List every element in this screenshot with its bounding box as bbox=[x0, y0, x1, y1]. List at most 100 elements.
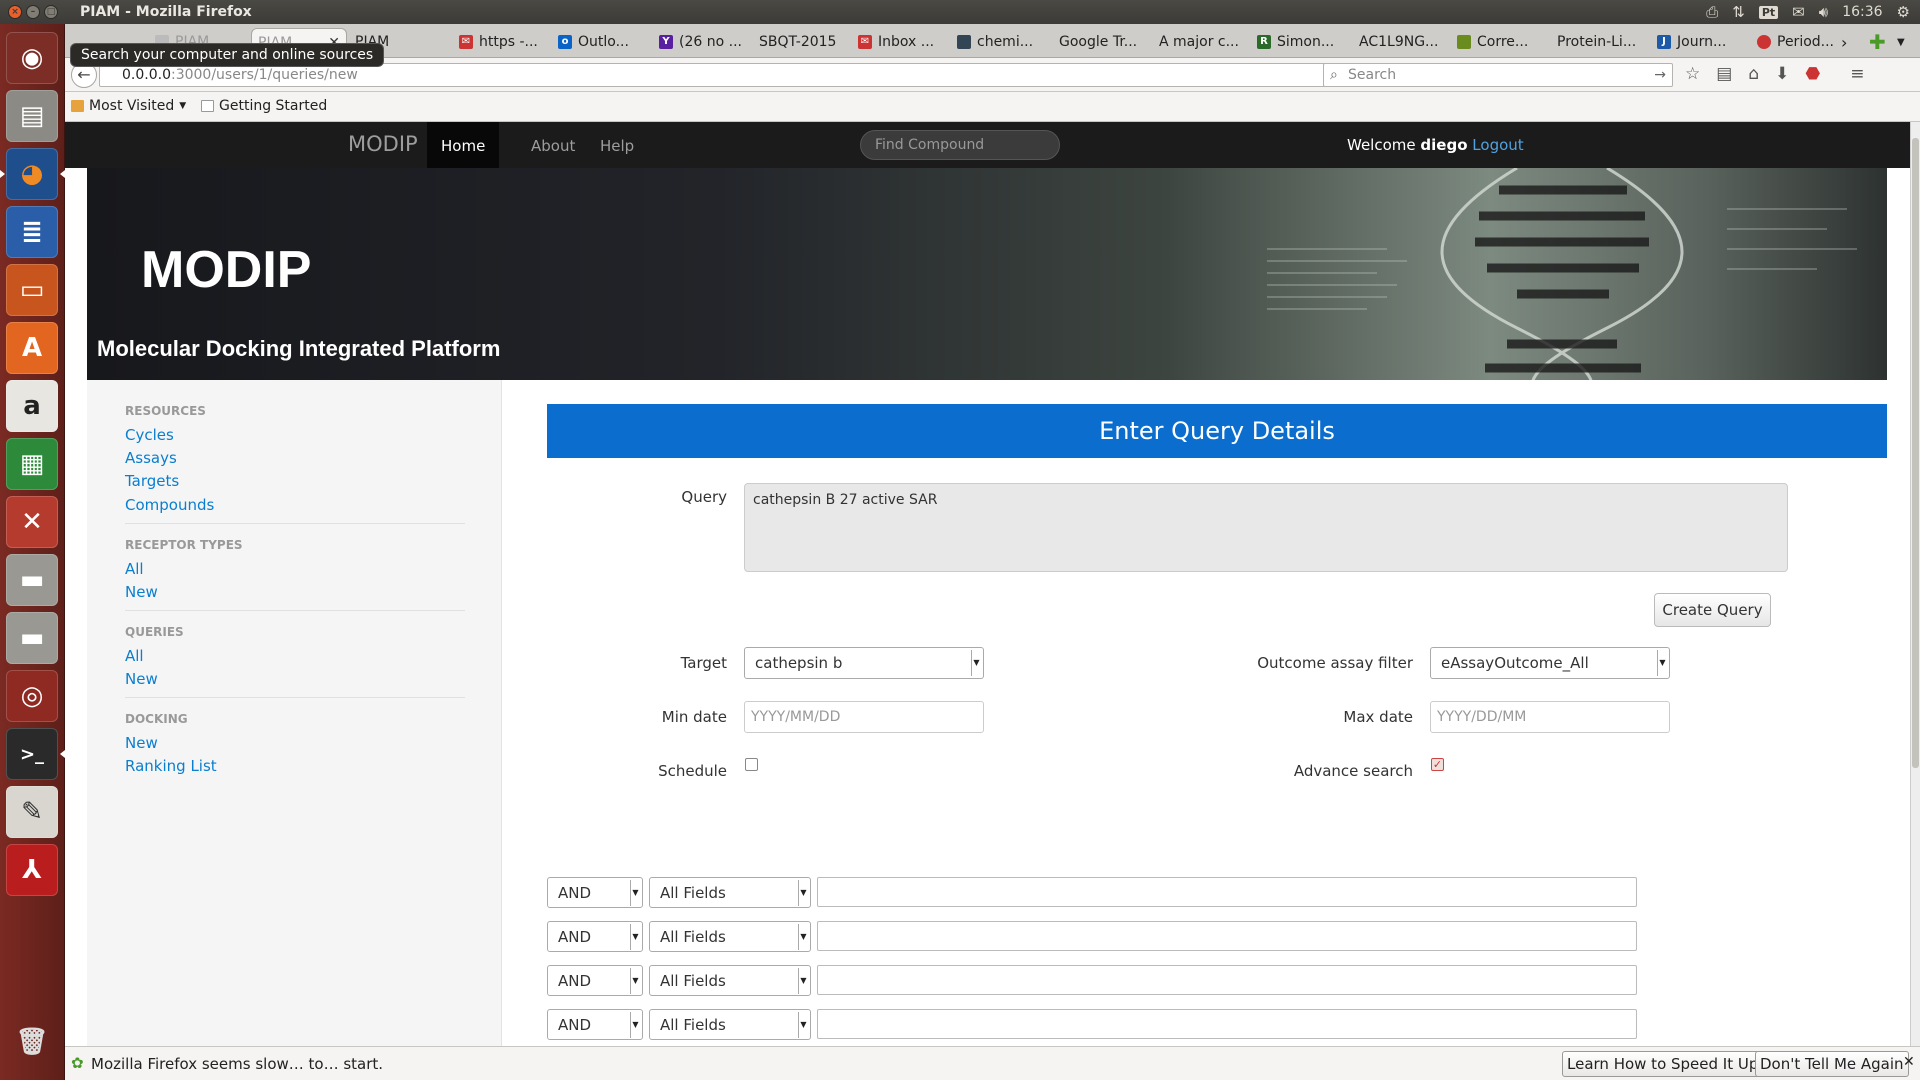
network-icon[interactable]: ⇅ bbox=[1732, 3, 1745, 21]
nav-help[interactable]: Help bbox=[600, 137, 634, 155]
search-row-value-input[interactable] bbox=[817, 877, 1637, 907]
pdf-reader-icon[interactable]: ⅄ bbox=[6, 844, 58, 896]
sidebar-item-docking-new[interactable]: New bbox=[125, 734, 158, 752]
download-icon[interactable]: ⬇ bbox=[1775, 64, 1789, 84]
sidebar-item-queries-all[interactable]: All bbox=[125, 647, 144, 665]
sidebar-item-cycles[interactable]: Cycles bbox=[125, 426, 174, 444]
software-center-icon[interactable]: A bbox=[6, 322, 58, 374]
sidebar-item-targets[interactable]: Targets bbox=[125, 472, 179, 490]
tab[interactable]: ✉ Inbox ... bbox=[858, 28, 948, 56]
sidebar-item-receptor-new[interactable]: New bbox=[125, 583, 158, 601]
tab[interactable]: AC1L9NG... bbox=[1359, 28, 1451, 56]
system-settings-icon[interactable]: ✕ bbox=[6, 496, 58, 548]
dash-home-icon[interactable]: ◉ bbox=[6, 32, 58, 84]
tab[interactable]: SBQT-2015 bbox=[759, 28, 845, 56]
search-row-operator-select[interactable]: AND ▼ bbox=[547, 921, 643, 952]
menu-hamburger-icon[interactable]: ≡ bbox=[1850, 64, 1864, 84]
search-row-operator-select[interactable]: AND ▼ bbox=[547, 877, 643, 908]
tab[interactable]: Google Tr... bbox=[1059, 28, 1145, 56]
terminal-icon[interactable]: >_ bbox=[6, 728, 65, 780]
volume-icon[interactable]: 🔊︎ bbox=[1819, 3, 1828, 21]
tab[interactable]: Corre... bbox=[1457, 28, 1547, 56]
search-row-value-input[interactable] bbox=[817, 965, 1637, 995]
mail-icon[interactable]: ✉ bbox=[1792, 3, 1805, 21]
tab[interactable]: A major c... bbox=[1159, 28, 1243, 56]
target-select[interactable]: cathepsin b ▼ bbox=[744, 647, 984, 679]
advance-search-checkbox[interactable]: ✓ bbox=[1431, 758, 1444, 771]
tab[interactable]: ✉ https -... bbox=[459, 28, 554, 56]
text-editor-icon[interactable]: ✎ bbox=[6, 786, 58, 838]
disk-icon[interactable]: ▬ bbox=[6, 554, 58, 606]
create-query-button[interactable]: Create Query bbox=[1654, 593, 1771, 627]
site-brand[interactable]: MODIP bbox=[348, 132, 418, 156]
close-window-button[interactable]: × bbox=[8, 5, 22, 19]
adblock-icon[interactable]: ⬣ bbox=[1805, 64, 1820, 84]
schedule-checkbox[interactable] bbox=[745, 758, 758, 771]
chevron-down-icon: ▼ bbox=[630, 880, 640, 906]
go-arrow-icon[interactable]: → bbox=[1654, 64, 1666, 86]
reading-list-icon[interactable]: ▤ bbox=[1716, 64, 1732, 84]
search-row-value-input[interactable] bbox=[817, 921, 1637, 951]
file-manager-icon[interactable]: ▤ bbox=[6, 90, 58, 142]
logout-link[interactable]: Logout bbox=[1472, 136, 1523, 154]
sidebar-item-assays[interactable]: Assays bbox=[125, 449, 177, 467]
tab[interactable]: chemi... bbox=[957, 28, 1047, 56]
panel-indicators: ⎙ ⇅ Pt ✉ 🔊︎ 16:36 ⚙ bbox=[1706, 0, 1910, 24]
amazon-icon[interactable]: a bbox=[6, 380, 58, 432]
search-row-field-select[interactable]: All Fields ▼ bbox=[649, 921, 811, 952]
sidebar-item-queries-new[interactable]: New bbox=[125, 670, 158, 688]
tab[interactable]: Y (26 no ... bbox=[659, 28, 749, 56]
outcome-filter-select[interactable]: eAssayOutcome_All ▼ bbox=[1430, 647, 1670, 679]
getting-started-bookmark[interactable]: Getting Started bbox=[201, 98, 327, 114]
tab[interactable]: J Journ... bbox=[1657, 28, 1747, 56]
disk-2-icon[interactable]: ▬ bbox=[6, 612, 58, 664]
nav-home[interactable]: Home bbox=[427, 122, 500, 170]
minimize-window-button[interactable]: – bbox=[26, 5, 40, 19]
web-search-input[interactable]: Search ⌕ → bbox=[1323, 63, 1673, 87]
tab[interactable]: Protein-Li... bbox=[1557, 28, 1643, 56]
new-tab-button[interactable]: ✚ bbox=[1869, 28, 1889, 56]
sidebar-item-ranking-list[interactable]: Ranking List bbox=[125, 757, 217, 775]
learn-speed-up-button[interactable]: Learn How to Speed It Up bbox=[1562, 1051, 1764, 1077]
close-icon[interactable]: ✕ bbox=[1903, 1054, 1915, 1070]
query-textarea[interactable]: cathepsin B 27 active SAR bbox=[744, 483, 1788, 572]
tab-scroll-right-icon[interactable]: › bbox=[1841, 28, 1861, 56]
tab-list-dropdown-icon[interactable]: ▼ bbox=[1897, 28, 1913, 56]
search-row-field-select[interactable]: All Fields ▼ bbox=[649, 1009, 811, 1040]
maximize-window-button[interactable]: □ bbox=[44, 5, 58, 19]
dont-tell-again-button[interactable]: Don't Tell Me Again bbox=[1755, 1051, 1909, 1077]
tab[interactable]: Period... bbox=[1757, 28, 1845, 56]
home-icon[interactable]: ⌂ bbox=[1748, 64, 1759, 84]
trash-icon[interactable]: 🗑︎ bbox=[6, 1016, 58, 1068]
mail-icon: ✉ bbox=[858, 35, 872, 49]
search-row-operator-select[interactable]: AND ▼ bbox=[547, 965, 643, 996]
most-visited-bookmark[interactable]: Most Visited ▼ bbox=[71, 98, 186, 114]
min-date-input[interactable]: YYYY/MM/DD bbox=[744, 701, 984, 733]
sidebar-item-receptor-all[interactable]: All bbox=[125, 560, 144, 578]
search-row-operator-select[interactable]: AND ▼ bbox=[547, 1009, 643, 1040]
hero-subtitle: Molecular Docking Integrated Platform bbox=[97, 336, 501, 361]
clock[interactable]: 16:36 bbox=[1842, 4, 1882, 20]
calc-icon[interactable]: ▦ bbox=[6, 438, 58, 490]
vertical-scrollbar[interactable] bbox=[1910, 122, 1920, 1060]
find-compound-input[interactable]: Find Compound bbox=[860, 130, 1060, 160]
settings-gear-icon[interactable]: ⚙ bbox=[1897, 3, 1910, 21]
tab[interactable]: R Simon... bbox=[1257, 28, 1351, 56]
search-row-value-input[interactable] bbox=[817, 1009, 1637, 1039]
keyboard-layout-indicator[interactable]: Pt bbox=[1758, 5, 1779, 19]
max-date-input[interactable]: YYYY/DD/MM bbox=[1430, 701, 1670, 733]
target-label: Target bbox=[680, 654, 727, 672]
writer-icon[interactable]: ≣ bbox=[6, 206, 58, 258]
search-row-field-select[interactable]: All Fields ▼ bbox=[649, 965, 811, 996]
scrollbar-thumb[interactable] bbox=[1912, 138, 1919, 768]
bookmark-star-icon[interactable]: ☆ bbox=[1685, 64, 1700, 84]
tab[interactable]: o Outlo... bbox=[558, 28, 650, 56]
page-icon bbox=[957, 35, 971, 49]
firefox-icon[interactable]: ◕ bbox=[0, 148, 65, 200]
nav-about[interactable]: About bbox=[531, 137, 575, 155]
help-icon[interactable]: ◎ bbox=[6, 670, 58, 722]
sidebar-item-compounds[interactable]: Compounds bbox=[125, 496, 214, 514]
impress-icon[interactable]: ▭ bbox=[6, 264, 58, 316]
search-row-field-select[interactable]: All Fields ▼ bbox=[649, 877, 811, 908]
printer-icon[interactable]: ⎙ bbox=[1706, 3, 1718, 21]
